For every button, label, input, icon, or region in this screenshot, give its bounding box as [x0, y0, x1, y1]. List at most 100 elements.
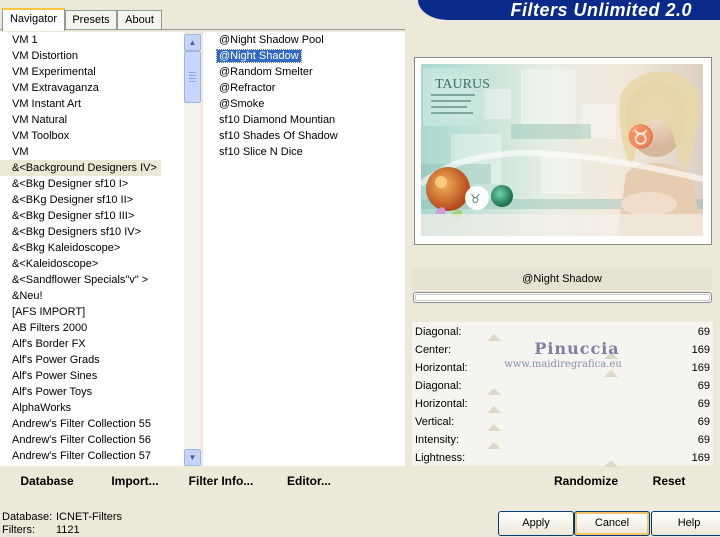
category-item[interactable]: &Neu! [0, 288, 184, 304]
scroll-up-button[interactable]: ▲ [184, 34, 201, 51]
category-item[interactable]: AB Filters 2000 [0, 320, 184, 336]
category-item[interactable]: Andrew's Filter Collection 56 [0, 432, 184, 448]
category-item[interactable]: Andrew's Filter Collection 57 [0, 448, 184, 464]
category-list[interactable]: VM 1 VM Distortion VM Experimental VM Extra… [0, 32, 184, 466]
slider-row[interactable]: Horizontal: 69 [414, 395, 712, 413]
slider-row[interactable]: Diagonal: 69 [414, 377, 712, 395]
slider-value: 169 [691, 362, 710, 374]
slider-thumb[interactable] [487, 424, 501, 431]
slider-value: 169 [691, 452, 710, 464]
tab-presets[interactable]: Presets [65, 10, 117, 29]
editor-button[interactable]: Editor... [280, 474, 338, 488]
slider-label: Horizontal: [415, 398, 468, 410]
category-item[interactable]: VM Experimental [0, 64, 184, 80]
app-title-banner: Filters Unlimited 2.0 [418, 0, 720, 20]
slider-row[interactable]: Intensity: 69 [414, 431, 712, 449]
category-item[interactable]: &<Bkg Kaleidoscope> [0, 240, 184, 256]
filter-item[interactable]: @Night Shadow Pool [203, 32, 405, 48]
category-item[interactable]: VM Instant Art [0, 96, 184, 112]
category-item[interactable]: &<Bkg Designers sf10 IV> [0, 224, 184, 240]
filter-item[interactable]: @Random Smelter [203, 64, 405, 80]
category-item[interactable]: VM [0, 144, 184, 160]
category-scrollbar[interactable]: ▲ ▼ [184, 34, 201, 466]
slider-label: Lightness: [415, 452, 466, 464]
database-value: ICNET-Filters [56, 511, 122, 523]
slider-thumb[interactable] [604, 460, 618, 467]
slider-value: 69 [697, 398, 710, 410]
database-button[interactable]: Database [10, 474, 84, 488]
filter-item-label: @Random Smelter [219, 66, 313, 78]
scroll-down-button[interactable]: ▼ [184, 449, 201, 466]
filters-count-value: 1121 [56, 524, 80, 536]
apply-button[interactable]: Apply [498, 511, 574, 536]
filter-item-label: @Refractor [219, 82, 276, 94]
slider-row[interactable]: Vertical: 69 [414, 413, 712, 431]
category-item[interactable]: Andrew's Filter Collection 55 [0, 416, 184, 432]
preview-image: TAURUS ♉ ♉ [421, 64, 703, 236]
filter-item-label: @Night Shadow [216, 49, 302, 63]
svg-text:♉: ♉ [470, 192, 481, 206]
slider-label: Center: [415, 344, 452, 356]
filter-item[interactable]: @Night Shadow [203, 48, 405, 64]
tab-about[interactable]: About [117, 10, 162, 29]
slider-row[interactable]: Lightness: 169 [414, 449, 712, 467]
filter-item[interactable]: @Refractor [203, 80, 405, 96]
filter-item-label: @Night Shadow Pool [219, 34, 324, 46]
filter-item-label: sf10 Slice N Dice [219, 146, 303, 158]
category-item[interactable]: Alf's Power Grads [0, 352, 184, 368]
category-item[interactable]: &<Bkg Designer sf10 I> [0, 176, 184, 192]
tab-navigator[interactable]: Navigator [2, 8, 65, 31]
category-item[interactable]: &<Kaleidoscope> [0, 256, 184, 272]
filter-item-label: @Smoke [219, 98, 265, 110]
randomize-button[interactable]: Randomize [548, 474, 624, 488]
slider-thumb[interactable] [487, 388, 501, 395]
category-item[interactable]: VM Extravaganza [0, 80, 184, 96]
preview-pane: TAURUS ♉ ♉ [414, 57, 712, 245]
filter-item[interactable]: sf10 Diamond Mountian [203, 112, 405, 128]
preview-logo-text: TAURUS [435, 77, 490, 92]
category-item[interactable]: AlphaWorks [0, 400, 184, 416]
filter-info-button[interactable]: Filter Info... [185, 474, 257, 488]
category-item[interactable]: VM 1 [0, 32, 184, 48]
filter-item[interactable]: sf10 Slice N Dice [203, 144, 405, 160]
filter-list[interactable]: @Night Shadow Pool @Night Shadow @Random S… [203, 32, 405, 466]
slider-value: 69 [697, 416, 710, 428]
category-item[interactable]: Alf's Power Sines [0, 368, 184, 384]
help-button[interactable]: Help [651, 511, 720, 536]
scroll-thumb[interactable] [184, 51, 201, 103]
category-item[interactable]: VM Toolbox [0, 128, 184, 144]
slider-thumb[interactable] [487, 442, 501, 449]
watermark-name: Pinuccia [534, 339, 620, 358]
slider-thumb[interactable] [487, 334, 501, 341]
slider-label: Horizontal: [415, 362, 468, 374]
current-filter-name: @Night Shadow [412, 268, 712, 290]
category-item[interactable]: VM Natural [0, 112, 184, 128]
slider-thumb[interactable] [604, 370, 618, 377]
category-item[interactable]: &<Background Designers IV> [0, 160, 161, 176]
slider-label: Diagonal: [415, 326, 462, 338]
filter-item[interactable]: sf10 Shades Of Shadow [203, 128, 405, 144]
cancel-button[interactable]: Cancel [574, 511, 650, 536]
slider-value: 69 [697, 326, 710, 338]
category-item[interactable]: &<Sandflower Specials"v" > [0, 272, 184, 288]
filters-count-label: Filters: [2, 524, 35, 536]
category-item[interactable]: Alf's Power Toys [0, 384, 184, 400]
category-item[interactable]: VM Distortion [0, 48, 184, 64]
reset-button[interactable]: Reset [645, 474, 693, 488]
import-button[interactable]: Import... [104, 474, 166, 488]
filter-item-label: sf10 Shades Of Shadow [219, 130, 338, 142]
category-item[interactable]: [AFS IMPORT] [0, 304, 184, 320]
svg-text:♉: ♉ [627, 124, 654, 150]
filter-item[interactable]: @Smoke [203, 96, 405, 112]
slider-label: Diagonal: [415, 380, 462, 392]
category-item[interactable]: &<Bkg Designer sf10 III> [0, 208, 184, 224]
slider-thumb[interactable] [487, 406, 501, 413]
watermark-site: www.maidiregrafica.eu [504, 359, 622, 370]
slider-value: 69 [697, 434, 710, 446]
category-item[interactable]: Alf's Border FX [0, 336, 184, 352]
slider-value: 69 [697, 380, 710, 392]
category-item[interactable]: &<BKg Designer sf10 II> [0, 192, 184, 208]
slider-label: Intensity: [415, 434, 460, 446]
filter-item-label: sf10 Diamond Mountian [219, 114, 336, 126]
database-label: Database: [2, 511, 53, 523]
